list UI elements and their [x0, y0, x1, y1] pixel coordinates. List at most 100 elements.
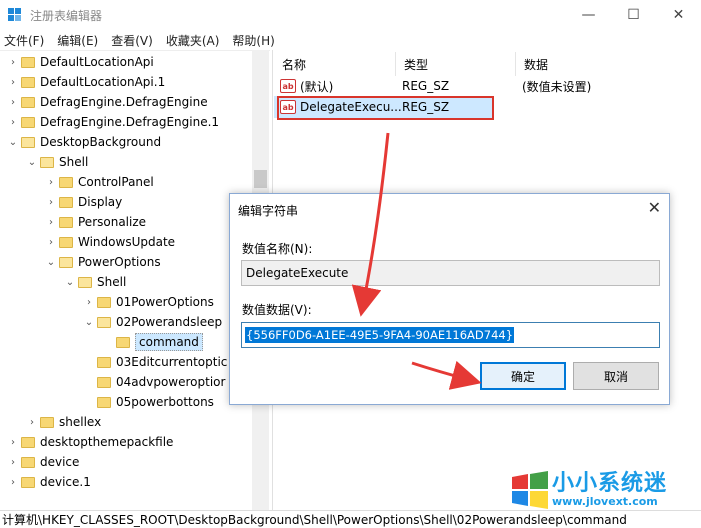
tree-node[interactable]: command — [103, 332, 203, 352]
minimize-button[interactable]: — — [566, 0, 611, 30]
folder-icon — [21, 76, 35, 88]
chevron-down-icon[interactable]: ⌄ — [46, 257, 56, 268]
folder-icon — [97, 396, 111, 408]
folder-icon — [40, 416, 54, 428]
value-data: (数值未设置) — [522, 79, 592, 94]
chevron-down-icon[interactable]: ⌄ — [84, 317, 94, 328]
tree-node[interactable]: 03Editcurrentoptic — [84, 352, 227, 372]
value-name-label: 数值名称(N): — [242, 242, 313, 256]
folder-icon — [97, 316, 111, 328]
chevron-right-icon[interactable]: › — [8, 437, 18, 448]
menu-favorites[interactable]: 收藏夹(A) — [166, 32, 220, 49]
column-header-type[interactable]: 类型 — [396, 52, 516, 76]
tree-node-label: WindowsUpdate — [78, 235, 176, 249]
watermark-text: 小小系统迷 — [552, 470, 668, 496]
tree-node-label: DefaultLocationApi — [40, 55, 154, 69]
tree-node-label: 02Powerandsleep — [116, 315, 223, 329]
chevron-right-icon[interactable]: › — [8, 57, 18, 68]
maximize-button[interactable]: ☐ — [611, 0, 656, 30]
tree-node-label: DefragEngine.DefragEngine — [40, 95, 208, 109]
tree-node[interactable]: › 01PowerOptions — [84, 292, 214, 312]
chevron-right-icon[interactable]: › — [84, 297, 94, 308]
menu-help[interactable]: 帮助(H) — [232, 32, 274, 49]
menu-bar: 文件(F) 编辑(E) 查看(V) 收藏夹(A) 帮助(H) — [0, 30, 701, 50]
tree-node[interactable]: ⌄ 02Powerandsleep — [84, 312, 222, 332]
tree-node-label: device.1 — [40, 475, 91, 489]
folder-icon — [21, 456, 35, 468]
folder-icon — [59, 216, 73, 228]
tree-node[interactable]: › ControlPanel — [46, 172, 154, 192]
status-bar-path: 计算机\HKEY_CLASSES_ROOT\DesktopBackground\… — [0, 510, 701, 528]
chevron-right-icon[interactable]: › — [46, 237, 56, 248]
chevron-right-icon[interactable]: › — [46, 197, 56, 208]
chevron-right-icon[interactable]: › — [8, 477, 18, 488]
dialog-close-icon[interactable]: ✕ — [648, 198, 661, 217]
value-data-input[interactable]: {556FF0D6-A1EE-49E5-9FA4-90AE116AD744} — [241, 322, 660, 348]
tree-node-label: 04advpoweroptior — [116, 375, 226, 389]
folder-icon — [97, 376, 111, 388]
folder-icon — [97, 356, 111, 368]
regedit-icon — [8, 8, 22, 22]
chevron-right-icon[interactable]: › — [46, 177, 56, 188]
chevron-down-icon[interactable]: ⌄ — [8, 137, 18, 148]
tree-node[interactable]: › shellex — [27, 412, 101, 432]
folder-icon — [21, 436, 35, 448]
folder-icon — [59, 236, 73, 248]
chevron-right-icon[interactable]: › — [8, 117, 18, 128]
tree-node-label: 05powerbottons — [116, 395, 214, 409]
menu-file[interactable]: 文件(F) — [4, 32, 44, 49]
ok-button[interactable]: 确定 — [480, 362, 566, 390]
menu-edit[interactable]: 编辑(E) — [57, 32, 98, 49]
dialog-title: 编辑字符串 — [238, 204, 299, 218]
tree-node[interactable]: › WindowsUpdate — [46, 232, 175, 252]
tree-node[interactable]: ⌄ Shell — [65, 272, 126, 292]
chevron-right-icon[interactable]: › — [27, 417, 37, 428]
tree-node[interactable]: › desktopthemepackfile — [8, 432, 173, 452]
tree-node[interactable]: › device — [8, 452, 79, 472]
tree-node-label: 03Editcurrentoptic — [116, 355, 228, 369]
folder-icon — [21, 116, 35, 128]
tree-node-label: ControlPanel — [78, 175, 154, 189]
folder-icon — [21, 476, 35, 488]
title-bar: 注册表编辑器 — ☐ ✕ — [0, 0, 701, 30]
tree-node[interactable]: ⌄ PowerOptions — [46, 252, 161, 272]
chevron-right-icon[interactable]: › — [46, 217, 56, 228]
chevron-right-icon[interactable]: › — [8, 77, 18, 88]
tree-scroll-thumb[interactable] — [254, 170, 267, 188]
folder-icon — [59, 256, 73, 268]
tree-node-label: Shell — [59, 155, 89, 169]
tree-node-label: DefaultLocationApi.1 — [40, 75, 166, 89]
table-row[interactable]: ab (默认) — [280, 76, 333, 96]
chevron-down-icon[interactable]: ⌄ — [65, 277, 75, 288]
value-name-field: DelegateExecute — [241, 260, 660, 286]
tree-node[interactable]: › DefragEngine.DefragEngine — [8, 92, 208, 112]
tree-node[interactable]: › DefragEngine.DefragEngine.1 — [8, 112, 219, 132]
tree-node[interactable]: › Personalize — [46, 212, 146, 232]
menu-view[interactable]: 查看(V) — [111, 32, 153, 49]
tree-node-label: DefragEngine.DefragEngine.1 — [40, 115, 220, 129]
tree-node[interactable]: › DefaultLocationApi.1 — [8, 72, 165, 92]
tree-node-label: shellex — [59, 415, 102, 429]
chevron-right-icon[interactable]: › — [8, 457, 18, 468]
folder-icon — [116, 336, 130, 348]
tree-node[interactable]: 04advpoweroptior — [84, 372, 225, 392]
chevron-down-icon[interactable]: ⌄ — [27, 157, 37, 168]
close-button[interactable]: ✕ — [656, 0, 701, 30]
tree-node-label: command — [135, 333, 203, 351]
chevron-right-icon[interactable]: › — [8, 97, 18, 108]
column-header-data[interactable]: 数据 — [516, 52, 701, 76]
tree-node[interactable]: › Display — [46, 192, 122, 212]
windows-logo-icon — [512, 471, 548, 509]
tree-node[interactable]: ⌄ Shell — [27, 152, 88, 172]
folder-icon — [59, 196, 73, 208]
folder-icon — [40, 156, 54, 168]
tree-node[interactable]: › device.1 — [8, 472, 91, 492]
tree-node[interactable]: › DefaultLocationApi — [8, 52, 154, 72]
tree-node[interactable]: ⌄ DesktopBackground — [8, 132, 161, 152]
tree-node[interactable]: 05powerbottons — [84, 392, 214, 412]
value-type: REG_SZ — [402, 79, 450, 93]
value-data-text: {556FF0D6-A1EE-49E5-9FA4-90AE116AD744} — [245, 327, 515, 343]
cancel-button[interactable]: 取消 — [573, 362, 659, 390]
column-header-name[interactable]: 名称 — [274, 52, 396, 76]
value-data-label: 数值数据(V): — [242, 303, 312, 317]
